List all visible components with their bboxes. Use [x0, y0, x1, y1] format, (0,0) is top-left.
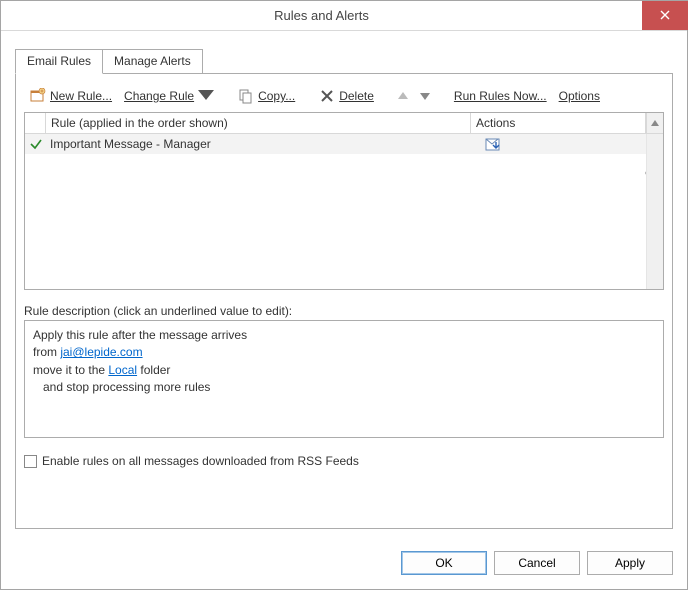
- rule-actions-cell: [471, 136, 646, 152]
- desc-folder-link[interactable]: Local: [108, 363, 137, 377]
- checkmark-icon: [29, 137, 43, 151]
- rss-label: Enable rules on all messages downloaded …: [42, 454, 359, 468]
- options-label: Options: [559, 89, 600, 103]
- desc-move-prefix: move it to the: [33, 363, 108, 377]
- desc-from-prefix: from: [33, 345, 60, 359]
- close-icon: [660, 10, 670, 20]
- change-rule-button[interactable]: Change Rule: [120, 86, 218, 106]
- move-down-button[interactable]: [416, 90, 434, 102]
- copy-button[interactable]: Copy...: [234, 86, 299, 106]
- copy-icon: [238, 88, 254, 104]
- new-rule-label: New Rule...: [50, 89, 112, 103]
- rule-description-box: Apply this rule after the message arrive…: [24, 320, 664, 438]
- tab-strip: Email Rules Manage Alerts: [15, 49, 673, 74]
- delete-icon: [319, 88, 335, 104]
- desc-line-2: from jai@lepide.com: [33, 344, 655, 361]
- grid-rows: Important Message - Manager: [25, 134, 646, 289]
- tab-panel: New Rule... Change Rule Copy... Delete: [15, 73, 673, 529]
- scroll-up-icon: [651, 120, 659, 126]
- toolbar: New Rule... Change Rule Copy... Delete: [24, 84, 664, 112]
- close-button[interactable]: [642, 1, 688, 30]
- header-checkbox-col[interactable]: [25, 113, 46, 133]
- triangle-down-icon: [420, 92, 430, 100]
- new-rule-icon: [30, 88, 46, 104]
- run-rules-label: Run Rules Now...: [454, 89, 547, 103]
- header-actions-col[interactable]: Actions: [471, 113, 646, 133]
- apply-button[interactable]: Apply: [587, 551, 673, 575]
- ok-button[interactable]: OK: [401, 551, 487, 575]
- delete-button[interactable]: Delete: [315, 86, 378, 106]
- header-rule-col[interactable]: Rule (applied in the order shown): [46, 113, 471, 133]
- rss-checkbox-row[interactable]: Enable rules on all messages downloaded …: [24, 454, 664, 468]
- window-title: Rules and Alerts: [1, 8, 642, 23]
- titlebar: Rules and Alerts: [1, 1, 687, 31]
- move-up-button[interactable]: [394, 90, 412, 102]
- desc-line-4: and stop processing more rules: [33, 379, 655, 396]
- tab-manage-alerts[interactable]: Manage Alerts: [102, 49, 203, 74]
- dialog-footer: OK Cancel Apply: [1, 541, 687, 589]
- rule-name: Important Message - Manager: [46, 137, 471, 151]
- desc-folder-suffix: folder: [137, 363, 170, 377]
- new-rule-button[interactable]: New Rule...: [26, 86, 116, 106]
- grid-body: Important Message - Manager: [25, 134, 663, 289]
- rule-row[interactable]: Important Message - Manager: [25, 134, 646, 154]
- rules-grid: Rule (applied in the order shown) Action…: [24, 112, 664, 290]
- tab-email-rules[interactable]: Email Rules: [15, 49, 103, 74]
- desc-sender-link[interactable]: jai@lepide.com: [60, 345, 142, 359]
- desc-line-1: Apply this rule after the message arrive…: [33, 327, 655, 344]
- chevron-down-icon: [198, 88, 214, 104]
- rss-checkbox[interactable]: [24, 455, 37, 468]
- rules-alerts-dialog: Rules and Alerts Email Rules Manage Aler…: [0, 0, 688, 590]
- copy-label: Copy...: [258, 89, 295, 103]
- run-rules-button[interactable]: Run Rules Now...: [450, 87, 551, 105]
- grid-header: Rule (applied in the order shown) Action…: [25, 113, 663, 134]
- triangle-up-icon: [398, 92, 408, 100]
- rule-description-label: Rule description (click an underlined va…: [24, 304, 664, 318]
- delete-label: Delete: [339, 89, 374, 103]
- scroll-up-button[interactable]: [646, 113, 663, 133]
- change-rule-label: Change Rule: [124, 89, 194, 103]
- cancel-button[interactable]: Cancel: [494, 551, 580, 575]
- options-button[interactable]: Options: [555, 87, 604, 105]
- move-to-folder-icon: [485, 136, 501, 152]
- grid-scrollbar[interactable]: [646, 134, 663, 289]
- dialog-content: Email Rules Manage Alerts New Rule... Ch…: [1, 31, 687, 541]
- desc-line-3: move it to the Local folder: [33, 362, 655, 379]
- rule-checkbox[interactable]: [25, 137, 46, 151]
